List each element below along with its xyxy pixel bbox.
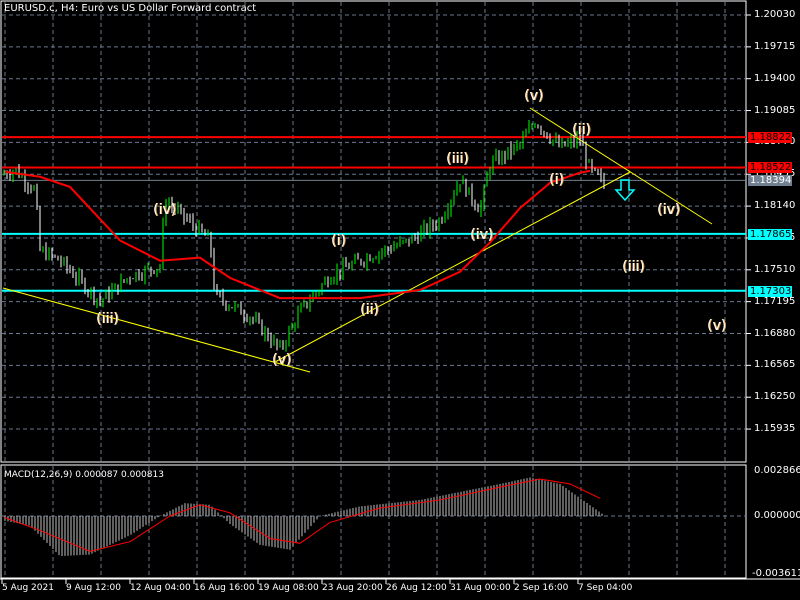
macd-axis-max: 0.002866 [754, 465, 800, 476]
price-axis-label: 1.19400 [754, 72, 796, 84]
wave-label: (i) [331, 233, 346, 249]
macd-axis-zero: 0.000000 [754, 510, 800, 521]
wave-label: (iv) [470, 227, 494, 243]
time-axis-label: 7 Sep 04:00 [578, 583, 633, 593]
time-axis-label: 16 Aug 16:00 [194, 583, 255, 593]
price-axis-label: 1.20030 [754, 9, 796, 20]
wave-label: (iii) [446, 151, 469, 167]
chart-title: EURUSD.c, H4: Euro vs US Dollar Forward … [4, 3, 257, 14]
time-axis-label: 9 Aug 12:00 [66, 583, 121, 593]
wave-label: (iv) [657, 202, 681, 218]
wave-label: (v) [272, 352, 292, 368]
price-axis-label: 1.16880 [754, 327, 796, 339]
price-axis-label: 1.17195 [754, 295, 796, 307]
wave-label: (v) [524, 88, 544, 104]
trading-chart-window[interactable]: EURUSD.c, H4: Euro vs US Dollar Forward … [0, 0, 800, 600]
price-axis-label: 1.16250 [754, 391, 796, 403]
macd-label: MACD(12,26,9) 0.000087 0.000813 [4, 470, 164, 480]
price-axis-label: 1.19085 [754, 104, 796, 116]
wave-label: (ii) [572, 122, 591, 138]
price-level-tag[interactable]: 1.17865 [748, 228, 792, 240]
price-level-tag[interactable]: 1.17303 [748, 285, 792, 297]
macd-axis-min: -0.003611 [752, 568, 800, 579]
trendline [2, 287, 311, 373]
price-chart[interactable] [0, 0, 800, 600]
time-axis-label: 26 Aug 12:00 [386, 583, 447, 593]
time-axis-label: 31 Aug 00:00 [450, 583, 511, 593]
time-axis-label: 12 Aug 04:00 [130, 583, 191, 593]
down-arrow-icon [614, 179, 636, 202]
time-axis-label: 23 Aug 20:00 [322, 583, 383, 593]
wave-label: (i) [549, 172, 564, 188]
wave-label: (iii) [622, 259, 645, 275]
price-axis-label: 1.15935 [754, 423, 796, 435]
wave-label: (iv) [153, 202, 177, 218]
price-axis-label: 1.18140 [754, 200, 796, 212]
wave-label: (iii) [96, 311, 119, 327]
price-level-tag[interactable]: 1.18394 [748, 175, 792, 187]
time-axis-label: 2 Sep 16:00 [514, 583, 569, 593]
price-axis-label: 1.16565 [754, 359, 796, 371]
time-axis-label: 19 Aug 08:00 [258, 583, 319, 593]
wave-label: (v) [707, 318, 727, 334]
price-axis-label: 1.19715 [754, 40, 796, 52]
price-level-tag[interactable]: 1.18522 [748, 162, 792, 174]
price-axis-label: 1.17510 [754, 263, 796, 275]
time-axis-label: 5 Aug 2021 [2, 583, 54, 593]
macd-signal-line [4, 478, 601, 552]
price-level-tag[interactable]: 1.18822 [748, 132, 792, 144]
wave-label: (ii) [360, 302, 379, 318]
